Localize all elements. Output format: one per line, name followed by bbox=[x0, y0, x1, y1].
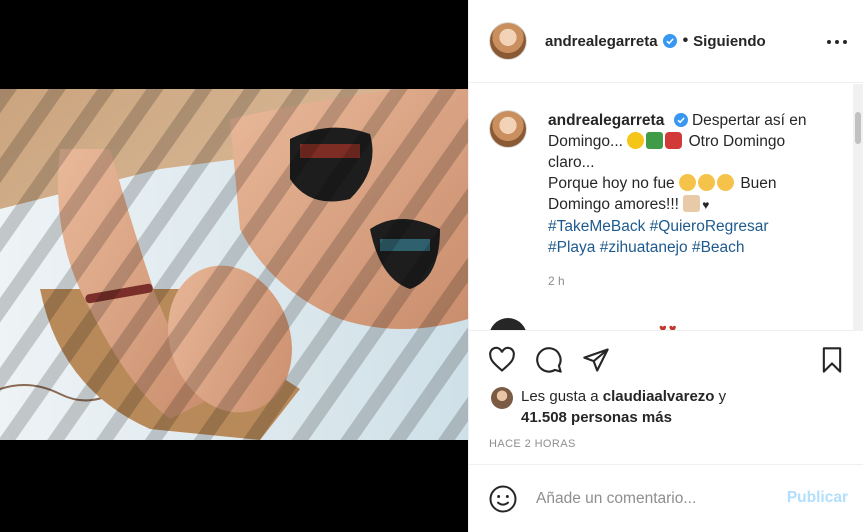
caption-text: andrealegarreta Despertar así en Domingo… bbox=[548, 110, 828, 258]
comment-input[interactable] bbox=[536, 489, 776, 508]
caption-timestamp[interactable]: 2 h bbox=[548, 274, 565, 288]
likes-summary: Les gusta a claudiaalvarezo y 41.508 per… bbox=[491, 386, 726, 428]
post-photo[interactable] bbox=[0, 89, 468, 440]
verified-badge-icon bbox=[662, 33, 677, 48]
post-age[interactable]: HACE 2 HORAS bbox=[489, 438, 576, 450]
zany-face-emoji-icon bbox=[698, 174, 715, 191]
hashtag-link[interactable]: #Playa bbox=[548, 239, 595, 256]
caption-author-avatar[interactable] bbox=[489, 110, 527, 148]
rofl-emoji-icon bbox=[679, 174, 696, 191]
black-heart-emoji-icon: ♥ bbox=[702, 198, 710, 212]
hashtag-link[interactable]: #TakeMeBack bbox=[548, 218, 645, 235]
sun-emoji-icon bbox=[627, 132, 645, 149]
liker-username[interactable]: claudiaalvarezo bbox=[603, 388, 715, 405]
liker-avatar[interactable] bbox=[491, 387, 513, 409]
likes-prefix: Les gusta a bbox=[521, 388, 599, 405]
author-username[interactable]: andrealegarreta bbox=[545, 33, 677, 50]
comments-scrollbar[interactable] bbox=[853, 84, 863, 331]
caption-username[interactable]: andrealegarreta bbox=[548, 112, 664, 129]
author-username-text[interactable]: andrealegarreta bbox=[545, 33, 658, 50]
likes-count[interactable]: 41.508 personas más bbox=[521, 409, 672, 426]
caption-line-2: Porque hoy no fue bbox=[548, 175, 675, 192]
post-details-panel: andrealegarreta • Siguiendo andrealegarr… bbox=[468, 0, 863, 532]
share-icon[interactable] bbox=[582, 346, 610, 374]
save-icon[interactable] bbox=[818, 346, 846, 374]
hashtag-link[interactable]: #zihuatanejo bbox=[600, 239, 688, 256]
caption-comment: andrealegarreta Despertar así en Domingo… bbox=[489, 110, 828, 258]
likes-text: Les gusta a claudiaalvarezo y 41.508 per… bbox=[521, 386, 726, 428]
separator-dot: • bbox=[682, 32, 689, 49]
post-modal: andrealegarreta • Siguiendo andrealegarr… bbox=[0, 0, 863, 532]
grin-sweat-emoji-icon bbox=[717, 174, 734, 191]
post-media-area bbox=[0, 0, 468, 532]
emoji-icon[interactable] bbox=[488, 484, 518, 514]
next-comment-avatar[interactable] bbox=[489, 318, 527, 330]
following-button[interactable]: Siguiendo bbox=[693, 33, 766, 50]
verified-badge-icon bbox=[673, 113, 688, 127]
more-options-icon[interactable] bbox=[827, 32, 847, 52]
next-comment-hearts: ♥♥ bbox=[659, 321, 679, 331]
beach-photo-image bbox=[0, 89, 468, 440]
raised-hands-emoji-icon bbox=[683, 195, 701, 212]
comment-icon[interactable] bbox=[535, 346, 563, 374]
author-avatar[interactable] bbox=[489, 22, 527, 60]
action-bar bbox=[469, 332, 863, 388]
publish-button[interactable]: Publicar bbox=[787, 489, 848, 507]
palm-tree-emoji-icon bbox=[646, 132, 664, 149]
hashtag-link[interactable]: #QuieroRegresar bbox=[650, 218, 769, 235]
bikini-emoji-icon bbox=[665, 132, 683, 149]
comments-list[interactable]: andrealegarreta Despertar así en Domingo… bbox=[469, 84, 863, 331]
scrollbar-thumb[interactable] bbox=[855, 112, 861, 144]
post-header: andrealegarreta • Siguiendo bbox=[469, 0, 863, 83]
likes-joiner: y bbox=[718, 388, 727, 405]
heart-icon[interactable] bbox=[488, 346, 516, 374]
hashtag-link[interactable]: #Beach bbox=[692, 239, 745, 256]
add-comment-bar: Publicar bbox=[469, 464, 863, 532]
